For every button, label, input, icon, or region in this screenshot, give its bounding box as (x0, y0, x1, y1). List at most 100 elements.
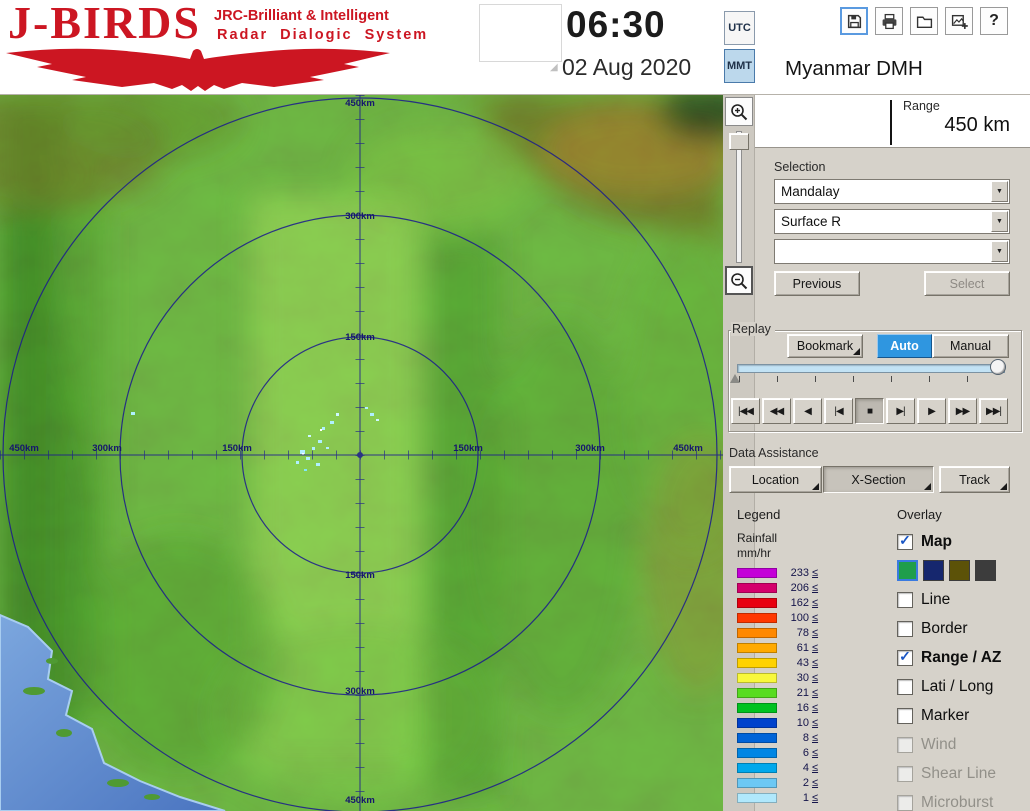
legend-le: ≤ (812, 776, 819, 789)
product-dropdown[interactable]: Surface R ▼ (774, 209, 1010, 234)
select-button[interactable]: Select (924, 271, 1010, 296)
legend-row: 1 ≤ (737, 790, 818, 805)
previous-button[interactable]: Previous (774, 271, 860, 296)
chevron-down-icon[interactable]: ▼ (991, 241, 1008, 262)
site-dropdown-value: Mandalay (781, 184, 840, 199)
overlay-row-range-az[interactable]: ✓ Range / AZ (897, 643, 1001, 672)
time-display-box (479, 4, 562, 62)
save-button[interactable] (840, 7, 868, 35)
option-dropdown[interactable]: ▼ (774, 239, 1010, 264)
open-file-button[interactable] (910, 7, 938, 35)
overlay-row-line[interactable]: Line (897, 585, 1001, 614)
border-checkbox[interactable] (897, 620, 913, 637)
shear-line-checkbox (897, 765, 913, 782)
stop-button[interactable]: ■ (855, 398, 884, 424)
map-style-swatch-gray[interactable] (975, 560, 996, 581)
range-ring-label: 450km (9, 443, 39, 454)
legend-color-swatch (737, 627, 777, 638)
zoom-out-button[interactable] (725, 266, 753, 295)
legend-le: ≤ (812, 746, 819, 759)
legend-color-swatch (737, 657, 777, 668)
eagle-icon (6, 48, 390, 91)
chevron-down-icon[interactable]: ▼ (991, 211, 1008, 232)
legend-row: 21 ≤ (737, 685, 818, 700)
auto-button[interactable]: Auto (877, 334, 932, 358)
xsection-button[interactable]: X-Section (823, 466, 934, 493)
legend-value: 10 (796, 716, 809, 729)
radar-map-area[interactable]: 450km 300km 150km 150km 300km 450km 450k… (0, 80, 767, 811)
range-ring-label: 450km (345, 98, 375, 109)
map-style-swatch-blue[interactable] (923, 560, 944, 581)
legend-le: ≤ (812, 761, 819, 774)
legend-color-swatch (737, 582, 777, 593)
map-style-swatch-olive[interactable] (949, 560, 970, 581)
legend-color-swatch (737, 642, 777, 653)
legend-value: 21 (796, 686, 809, 699)
xsection-button-label: X-Section (851, 472, 906, 487)
overlay-label: Microburst (921, 793, 994, 811)
magnifier-minus-icon (731, 272, 748, 289)
overlay-row-marker[interactable]: Marker (897, 701, 1001, 730)
bookmark-button[interactable]: Bookmark (787, 334, 863, 358)
fast-rewind-button[interactable]: ◀◀ (762, 398, 791, 424)
overlay-label: Wind (921, 735, 957, 753)
timezone-utc-button[interactable]: UTC (724, 11, 755, 45)
legend-unit-2: mm/hr (737, 546, 771, 560)
legend-value: 162 (790, 596, 809, 609)
replay-timeline-handle[interactable] (990, 359, 1006, 375)
legend-le: ≤ (812, 701, 819, 714)
manual-button[interactable]: Manual (932, 334, 1009, 358)
marker-checkbox[interactable] (897, 707, 913, 724)
legend-le: ≤ (812, 716, 819, 729)
chevron-down-icon[interactable]: ▼ (991, 181, 1008, 202)
corner-arrow-icon (1000, 483, 1007, 490)
overlay-row-lati-long[interactable]: Lati / Long (897, 672, 1001, 701)
skip-end-button[interactable]: ▶▶| (979, 398, 1008, 424)
legend-row: 162 ≤ (737, 595, 818, 610)
legend-color-swatch (737, 567, 777, 578)
jbirds-app: 450km 300km 150km 150km 300km 450km 450k… (0, 0, 1030, 811)
legend-color-swatch (737, 732, 777, 743)
radar-map: 450km 300km 150km 150km 300km 450km 450k… (0, 80, 767, 811)
magnifier-plus-icon (731, 103, 748, 120)
legend-color-swatch (737, 762, 777, 773)
play-button[interactable]: ▶ (917, 398, 946, 424)
overlay-label: Range / AZ (921, 648, 1002, 666)
line-checkbox[interactable] (897, 591, 913, 608)
track-button-label: Track (959, 472, 990, 487)
zoom-in-button[interactable] (725, 97, 753, 126)
track-button[interactable]: Track (939, 466, 1010, 493)
skip-start-button[interactable]: |◀◀ (731, 398, 760, 424)
step-forward-button[interactable]: ▶| (886, 398, 915, 424)
map-style-swatch-green[interactable] (897, 560, 918, 581)
timezone-mmt-button[interactable]: MMT (724, 49, 755, 83)
zoom-slider-handle[interactable] (729, 133, 749, 150)
data-assistance-label: Data Assistance (729, 446, 819, 460)
playback-controls: |◀◀ ◀◀ ◀ |◀ ■ ▶| ▶ ▶▶ ▶▶| (731, 398, 1010, 424)
clock-date: 02 Aug 2020 (562, 54, 692, 80)
lati-long-checkbox[interactable] (897, 678, 913, 695)
replay-timeline-track[interactable] (737, 364, 1005, 373)
timeline-ticks (739, 376, 1005, 382)
play-reverse-button[interactable]: ◀ (793, 398, 822, 424)
step-back-button[interactable]: |◀ (824, 398, 853, 424)
overlay-row-border[interactable]: Border (897, 614, 1001, 643)
map-checkbox[interactable]: ✓ (897, 533, 913, 550)
overlay-row-map[interactable]: ✓ Map (897, 527, 1001, 556)
legend-le: ≤ (812, 581, 819, 594)
legend-value: 78 (796, 626, 809, 639)
legend-value: 16 (796, 701, 809, 714)
zoom-slider-track[interactable] (736, 131, 742, 263)
range-ring-label: 150km (345, 570, 375, 581)
print-button[interactable] (875, 7, 903, 35)
add-image-button[interactable] (945, 7, 973, 35)
logo-subtitle-2: Radar Dialogic System (217, 27, 429, 43)
help-button[interactable]: ? (980, 7, 1008, 35)
site-dropdown[interactable]: Mandalay ▼ (774, 179, 1010, 204)
range-ring-label: 300km (92, 443, 122, 454)
legend-le: ≤ (812, 596, 819, 609)
location-button[interactable]: Location (729, 466, 822, 493)
fast-forward-button[interactable]: ▶▶ (948, 398, 977, 424)
range-az-checkbox[interactable]: ✓ (897, 649, 913, 666)
legend-color-swatch (737, 687, 777, 698)
